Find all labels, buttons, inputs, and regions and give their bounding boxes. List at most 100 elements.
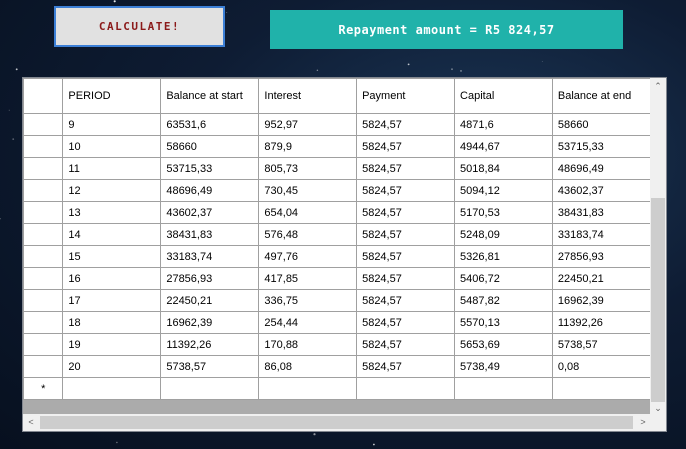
new-row-cell[interactable]: [551, 377, 651, 400]
cell-period[interactable]: 18: [62, 311, 162, 334]
cell-balance-start[interactable]: 11392,26: [160, 333, 260, 356]
cell-balance-start[interactable]: 63531,6: [160, 113, 260, 136]
cell-capital[interactable]: 5326,81: [454, 245, 553, 268]
cell-period[interactable]: 15: [62, 245, 162, 268]
cell-balance-end[interactable]: 38431,83: [551, 201, 651, 224]
cell-balance-start[interactable]: 58660: [160, 135, 260, 158]
row-header[interactable]: [23, 245, 64, 268]
table-row[interactable]: 10 58660 879,9 5824,57 4944,67 53715,33: [23, 135, 651, 158]
cell-interest[interactable]: 576,48: [258, 223, 358, 246]
cell-balance-start[interactable]: 27856,93: [160, 267, 260, 290]
cell-payment[interactable]: 5824,57: [356, 179, 456, 202]
cell-payment[interactable]: 5824,57: [356, 157, 456, 180]
scroll-up-icon[interactable]: ⌃: [650, 78, 666, 94]
cell-capital[interactable]: 5738,49: [454, 355, 553, 378]
cell-capital[interactable]: 5248,09: [454, 223, 553, 246]
new-row-cell[interactable]: [258, 377, 358, 400]
table-row[interactable]: 13 43602,37 654,04 5824,57 5170,53 38431,83: [23, 201, 651, 224]
column-header-balance-start[interactable]: Balance at start: [160, 78, 260, 114]
cell-balance-end[interactable]: 48696,49: [551, 157, 651, 180]
cell-interest[interactable]: 417,85: [258, 267, 358, 290]
row-header[interactable]: [23, 179, 64, 202]
cell-interest[interactable]: 86,08: [258, 355, 358, 378]
cell-interest[interactable]: 654,04: [258, 201, 358, 224]
column-header-period[interactable]: PERIOD: [62, 78, 162, 114]
cell-capital[interactable]: 4871,6: [454, 113, 553, 136]
new-row-cell[interactable]: [62, 377, 162, 400]
cell-balance-end[interactable]: 27856,93: [551, 245, 651, 268]
cell-payment[interactable]: 5824,57: [356, 311, 456, 334]
vertical-scroll-thumb[interactable]: [651, 198, 665, 402]
cell-interest[interactable]: 730,45: [258, 179, 358, 202]
cell-capital[interactable]: 5094,12: [454, 179, 553, 202]
cell-balance-end[interactable]: 0,08: [551, 355, 651, 378]
table-row[interactable]: 14 38431,83 576,48 5824,57 5248,09 33183,74: [23, 223, 651, 246]
horizontal-scrollbar[interactable]: < >: [23, 414, 651, 431]
row-header[interactable]: [23, 311, 64, 334]
cell-payment[interactable]: 5824,57: [356, 289, 456, 312]
table-row[interactable]: 11 53715,33 805,73 5824,57 5018,84 48696,49: [23, 157, 651, 180]
cell-period[interactable]: 20: [62, 355, 162, 378]
column-header-interest[interactable]: Interest: [258, 78, 358, 114]
cell-interest[interactable]: 336,75: [258, 289, 358, 312]
table-row[interactable]: 20 5738,57 86,08 5824,57 5738,49 0,08: [23, 355, 651, 378]
cell-balance-start[interactable]: 48696,49: [160, 179, 260, 202]
cell-payment[interactable]: 5824,57: [356, 113, 456, 136]
table-row[interactable]: 15 33183,74 497,76 5824,57 5326,81 27856,93: [23, 245, 651, 268]
cell-balance-end[interactable]: 43602,37: [551, 179, 651, 202]
cell-period[interactable]: 9: [62, 113, 162, 136]
cell-balance-start[interactable]: 16962,39: [160, 311, 260, 334]
cell-payment[interactable]: 5824,57: [356, 267, 456, 290]
cell-payment[interactable]: 5824,57: [356, 355, 456, 378]
row-header[interactable]: [23, 113, 64, 136]
column-header-capital[interactable]: Capital: [454, 78, 553, 114]
column-header-payment[interactable]: Payment: [356, 78, 456, 114]
cell-interest[interactable]: 497,76: [258, 245, 358, 268]
cell-payment[interactable]: 5824,57: [356, 333, 456, 356]
cell-payment[interactable]: 5824,57: [356, 201, 456, 224]
cell-interest[interactable]: 805,73: [258, 157, 358, 180]
new-row-cell[interactable]: [356, 377, 456, 400]
cell-balance-start[interactable]: 22450,21: [160, 289, 260, 312]
cell-capital[interactable]: 5653,69: [454, 333, 553, 356]
cell-balance-end[interactable]: 16962,39: [551, 289, 651, 312]
cell-capital[interactable]: 5018,84: [454, 157, 553, 180]
cell-period[interactable]: 17: [62, 289, 162, 312]
horizontal-scroll-thumb[interactable]: [40, 416, 633, 429]
cell-capital[interactable]: 5570,13: [454, 311, 553, 334]
cell-capital[interactable]: 4944,67: [454, 135, 553, 158]
new-row-cell[interactable]: [160, 377, 260, 400]
row-header[interactable]: [23, 289, 64, 312]
cell-payment[interactable]: 5824,57: [356, 135, 456, 158]
cell-period[interactable]: 16: [62, 267, 162, 290]
table-row[interactable]: 9 63531,6 952,97 5824,57 4871,6 58660: [23, 113, 651, 136]
cell-period[interactable]: 10: [62, 135, 162, 158]
cell-interest[interactable]: 879,9: [258, 135, 358, 158]
cell-balance-end[interactable]: 53715,33: [551, 135, 651, 158]
cell-payment[interactable]: 5824,57: [356, 223, 456, 246]
row-header[interactable]: [23, 201, 64, 224]
row-header[interactable]: [23, 223, 64, 246]
table-row[interactable]: 17 22450,21 336,75 5824,57 5487,82 16962,39: [23, 289, 651, 312]
cell-capital[interactable]: 5487,82: [454, 289, 553, 312]
row-header[interactable]: [23, 267, 64, 290]
cell-balance-start[interactable]: 5738,57: [160, 355, 260, 378]
cell-balance-end[interactable]: 22450,21: [551, 267, 651, 290]
cell-payment[interactable]: 5824,57: [356, 245, 456, 268]
cell-balance-start[interactable]: 33183,74: [160, 245, 260, 268]
table-row[interactable]: 12 48696,49 730,45 5824,57 5094,12 43602,37: [23, 179, 651, 202]
row-header[interactable]: [23, 333, 64, 356]
cell-period[interactable]: 11: [62, 157, 162, 180]
row-header[interactable]: [23, 157, 64, 180]
cell-period[interactable]: 14: [62, 223, 162, 246]
new-row-cell[interactable]: [454, 377, 553, 400]
table-row[interactable]: 16 27856,93 417,85 5824,57 5406,72 22450,21: [23, 267, 651, 290]
row-header[interactable]: [23, 135, 64, 158]
cell-capital[interactable]: 5406,72: [454, 267, 553, 290]
amortization-grid[interactable]: PERIOD Balance at start Interest Payment…: [22, 77, 667, 432]
table-row[interactable]: 19 11392,26 170,88 5824,57 5653,69 5738,57: [23, 333, 651, 356]
cell-interest[interactable]: 952,97: [258, 113, 358, 136]
cell-balance-end[interactable]: 5738,57: [551, 333, 651, 356]
cell-capital[interactable]: 5170,53: [454, 201, 553, 224]
cell-balance-start[interactable]: 38431,83: [160, 223, 260, 246]
